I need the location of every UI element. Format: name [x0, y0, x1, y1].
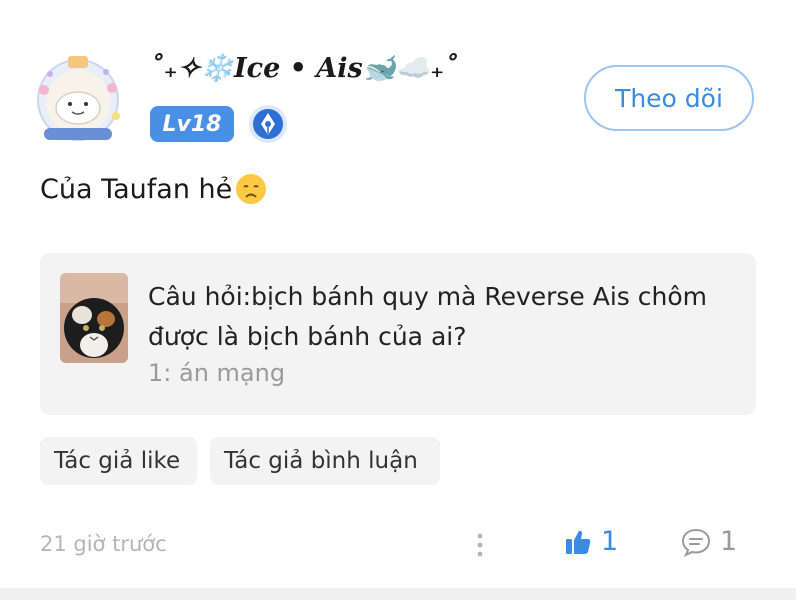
like-count: 1	[601, 526, 619, 557]
quoted-post-thumbnail	[60, 273, 128, 363]
quoted-post-card[interactable]: Câu hỏi:bịch bánh quy mà Reverse Ais chô…	[40, 253, 756, 415]
comment-bubble-icon	[681, 528, 711, 557]
username[interactable]: ˚₊✧❄️Ice • Ais🐋☁️₊˚	[150, 52, 458, 84]
post-time: 21 giờ trước	[40, 532, 167, 556]
like-button[interactable]: 1	[563, 526, 618, 557]
quoted-post-answer: 1: án mạng	[148, 359, 286, 387]
avatar[interactable]	[30, 50, 126, 146]
comment-count: 1	[720, 526, 738, 557]
sad-face-emoji	[236, 174, 267, 204]
quoted-post-question: Câu hỏi:bịch bánh quy mà Reverse Ais chô…	[148, 282, 708, 351]
post-text-content: Của Taufan hẻ	[40, 173, 233, 205]
follow-button[interactable]: Theo dõi	[584, 65, 754, 131]
tag-author-like[interactable]: Tác giả like	[40, 437, 197, 485]
pen-badge-icon	[248, 104, 288, 144]
post-footer: 21 giờ trước 1 1	[0, 520, 796, 570]
tag-author-comment[interactable]: Tác giả bình luận	[210, 437, 440, 485]
more-vertical-icon[interactable]	[472, 530, 488, 560]
level-badge: Lv18	[150, 106, 234, 142]
comment-button[interactable]: 1	[680, 526, 737, 557]
divider	[0, 588, 796, 600]
thumbs-up-icon	[566, 530, 591, 554]
post-text: Của Taufan hẻ	[40, 172, 268, 206]
